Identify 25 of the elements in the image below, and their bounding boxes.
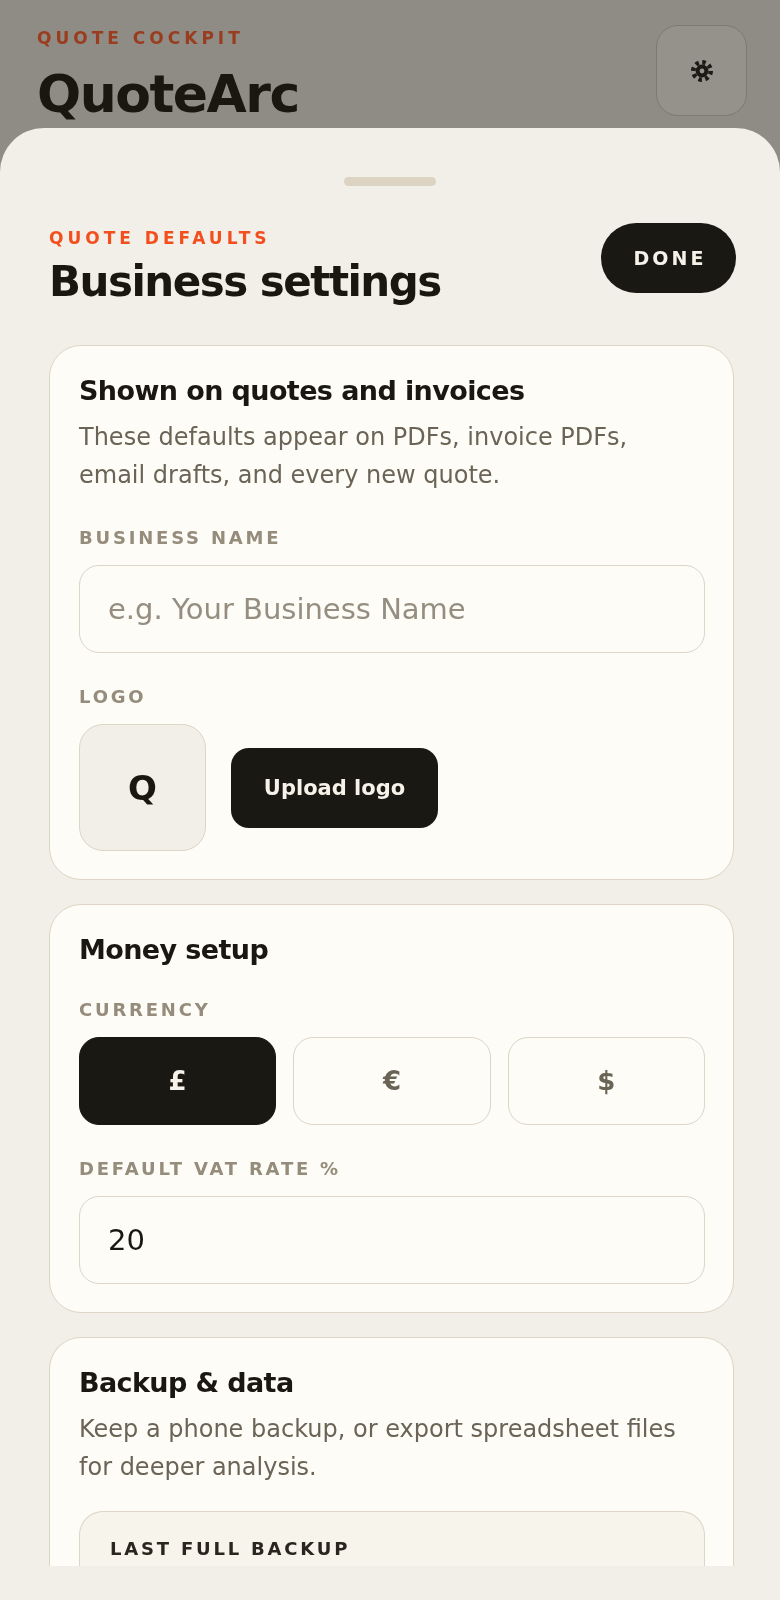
done-button[interactable]: DONE: [601, 223, 736, 293]
card-title: Money setup: [79, 934, 270, 966]
panel-label: LAST FULL BACKUP: [110, 1538, 352, 1560]
drag-handle[interactable]: [344, 177, 436, 186]
field-label: BUSINESS NAME: [79, 527, 283, 549]
sheet-title: Business settings: [49, 258, 441, 306]
logo-preview: Q: [79, 724, 206, 851]
text-field[interactable]: e.g. Your Business Name: [79, 565, 705, 653]
field-label: CURRENCY: [79, 999, 212, 1021]
sheet-eyebrow: QUOTE DEFAULTS: [49, 227, 272, 249]
card-description: Keep a phone backup, or export spreadsheet files for deeper analysis.: [79, 1414, 677, 1483]
text-field[interactable]: 20: [79, 1196, 705, 1284]
card-title: Backup & data: [79, 1367, 295, 1399]
settings-button[interactable]: [656, 25, 747, 116]
currency-option[interactable]: $: [507, 1037, 705, 1125]
card-title: Shown on quotes and invoices: [79, 375, 526, 407]
currency-option[interactable]: £: [79, 1037, 277, 1125]
field-label: LOGO: [79, 686, 148, 708]
app-title: QuoteArc: [37, 66, 299, 122]
app-eyebrow: QUOTE COCKPIT: [37, 27, 245, 49]
upload-logo-button[interactable]: Upload logo: [231, 747, 438, 828]
currency-option[interactable]: €: [293, 1037, 491, 1125]
card-description: These defaults appear on PDFs, invoice PDFs, email drafts, and every new quote.: [79, 422, 629, 491]
field-label: DEFAULT VAT RATE %: [79, 1158, 342, 1180]
settings-icon: [690, 59, 713, 82]
